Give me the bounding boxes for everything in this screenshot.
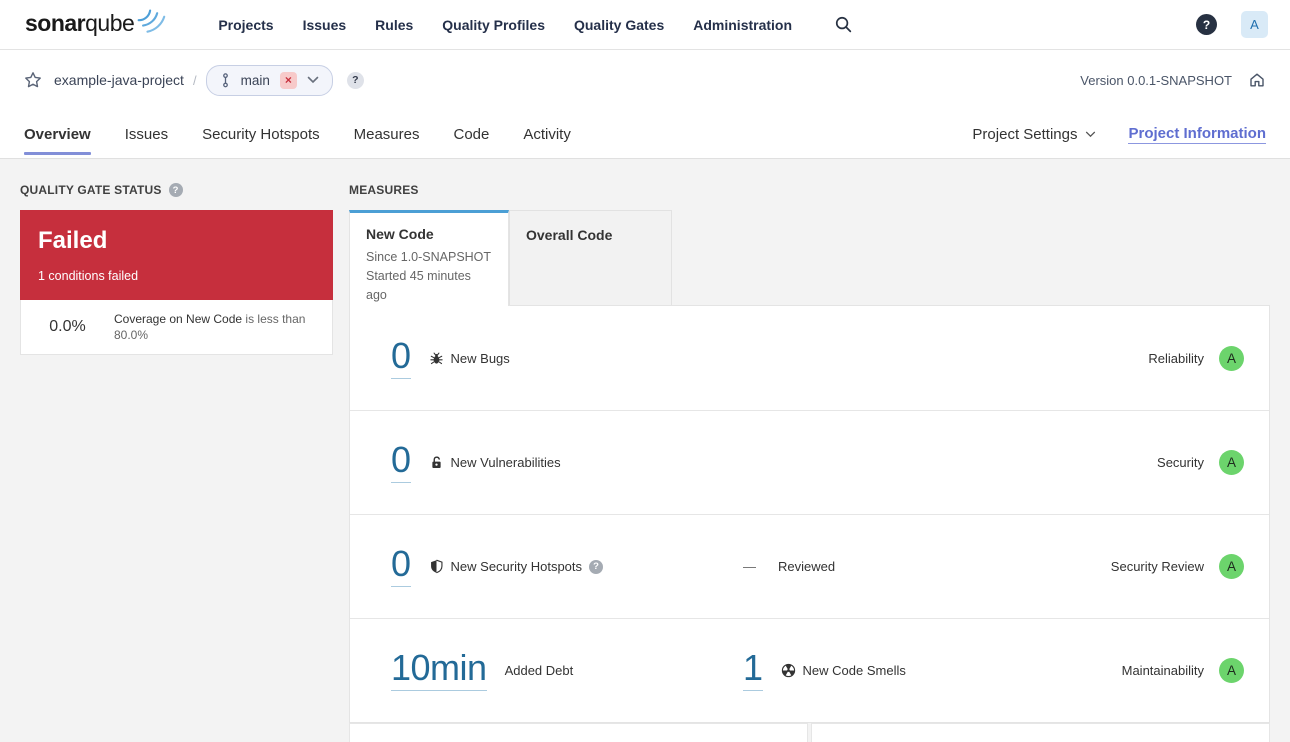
new-code-since: Since 1.0-SNAPSHOT [366,250,492,264]
new-vulnerabilities-count-link[interactable]: 0 [391,442,411,483]
security-rating-badge[interactable]: A [1219,450,1244,475]
maintainability-rating-badge[interactable]: A [1219,658,1244,683]
nav-right-group: ? A [1196,11,1268,38]
branch-name: main [240,72,270,88]
overall-code-tab-label: Overall Code [526,227,613,243]
new-code-started: Started 45 minutes ago [366,269,471,302]
reviewed-dash-value: — [743,559,756,574]
bug-icon [429,351,444,366]
tab-measures[interactable]: Measures [354,110,420,158]
security-review-label: Security Review [1110,559,1204,574]
quality-gate-summary: 1 conditions failed [38,269,139,283]
top-navigation-bar: sonarqube Projects Issues Rules Quality … [0,0,1290,50]
new-bugs-count-link[interactable]: 0 [391,337,411,379]
new-code-smells-label: New Code Smells [802,663,906,678]
security-label: Security [1157,455,1204,470]
next-section-card-right [811,723,1270,742]
sonarqube-logo[interactable]: sonarqube [25,8,166,41]
nav-item-quality-gates[interactable]: Quality Gates [574,17,664,33]
new-vulnerabilities-label: New Vulnerabilities [450,455,561,470]
measures-section-title: MEASURES [349,183,419,197]
project-settings-label: Project Settings [972,125,1078,143]
tab-issues[interactable]: Issues [125,110,168,158]
nav-item-quality-profiles[interactable]: Quality Profiles [442,17,545,33]
nav-item-administration[interactable]: Administration [693,17,792,33]
measure-row-maintainability: 10min Added Debt 1 New Code Smells Maint… [350,618,1269,722]
measures-panel: 0 New Bugs Reliability A 0 New Vulnerabi… [349,305,1270,723]
project-information-link[interactable]: Project Information [1128,125,1266,144]
tab-new-code[interactable]: New Code Since 1.0-SNAPSHOT Started 45 m… [349,210,509,306]
new-code-period: Since 1.0-SNAPSHOT Started 45 minutes ag… [366,248,492,305]
new-code-tab-label: New Code [366,226,434,242]
breadcrumb-right-group: Version 0.0.1-SNAPSHOT [1080,71,1266,89]
new-security-hotspots-label: New Security Hotspots [450,559,583,574]
quality-gate-card: Failed 1 conditions failed 0.0% Coverage… [20,210,333,355]
nav-item-issues[interactable]: Issues [303,17,347,33]
project-version: Version 0.0.1-SNAPSHOT [1080,72,1232,88]
overview-content: QUALITY GATE STATUS ? Failed 1 condition… [0,159,1290,742]
measures-title-text: MEASURES [349,183,419,197]
home-icon[interactable] [1248,71,1266,89]
shield-icon [429,559,444,574]
branch-icon [220,72,231,89]
nav-item-projects[interactable]: Projects [218,17,273,33]
condition-description: Coverage on New Code is less than 80.0% [114,311,332,343]
next-section-card-left [349,723,808,742]
help-icon[interactable]: ? [1196,14,1217,35]
reliability-rating-badge[interactable]: A [1219,345,1244,371]
tabs-right-group: Project Settings Project Information [972,125,1266,144]
project-tabs-bar: Overview Issues Security Hotspots Measur… [0,110,1290,159]
chevron-down-icon [307,76,319,84]
logo-swoosh-icon [136,8,166,41]
tab-code[interactable]: Code [453,110,489,158]
user-avatar[interactable]: A [1241,11,1268,38]
quality-gate-condition-row: 0.0% Coverage on New Code is less than 8… [20,300,333,355]
condition-metric: Coverage on New Code [114,312,243,326]
tab-overview[interactable]: Overview [24,110,91,158]
reliability-label: Reliability [1148,350,1204,366]
project-tabs: Overview Issues Security Hotspots Measur… [24,110,571,158]
measure-row-bugs: 0 New Bugs Reliability A [350,306,1269,410]
security-review-rating-badge[interactable]: A [1219,554,1244,579]
reviewed-label: Reviewed [778,559,836,574]
chevron-down-icon [1086,131,1096,137]
branch-failed-badge[interactable]: × [279,71,297,89]
nav-item-rules[interactable]: Rules [375,17,413,33]
measure-row-vulnerabilities: 0 New Vulnerabilities Security A [350,410,1269,514]
quality-gate-title-text: QUALITY GATE STATUS [20,183,162,197]
security-hotspots-help-icon[interactable]: ? [589,559,604,574]
new-bugs-label: New Bugs [450,350,510,366]
code-smell-icon [781,663,796,678]
added-debt-link[interactable]: 10min [391,650,487,691]
open-lock-icon [429,455,444,470]
favorite-star-icon[interactable] [24,71,42,89]
branch-selector[interactable]: main × [205,64,333,96]
maintainability-label: Maintainability [1121,663,1204,678]
logo-text: sonarqube [25,10,135,36]
measure-row-security-hotspots: 0 New Security Hotspots ? — Reviewed Sec… [350,514,1269,618]
tab-activity[interactable]: Activity [523,110,571,158]
condition-value-link[interactable]: 0.0% [21,318,114,336]
breadcrumb: example-java-project / main × ? Version … [0,50,1290,110]
breadcrumb-project-link[interactable]: example-java-project [54,72,184,88]
quality-gate-status-banner: Failed 1 conditions failed [20,210,333,300]
quality-gate-status: Failed [38,227,108,254]
new-security-hotspots-count-link[interactable]: 0 [391,546,411,587]
quality-gate-help-icon[interactable]: ? [168,183,183,197]
main-nav-menu: Projects Issues Rules Quality Profiles Q… [218,17,792,33]
project-settings-dropdown[interactable]: Project Settings [972,126,1096,143]
quality-gate-section-title: QUALITY GATE STATUS ? [20,183,183,197]
added-debt-label: Added Debt [504,663,574,678]
new-code-smells-count-link[interactable]: 1 [743,650,763,691]
breadcrumb-separator: / [192,72,197,88]
tab-overall-code[interactable]: Overall Code [509,210,672,305]
branch-help-icon[interactable]: ? [346,71,364,89]
search-icon[interactable] [834,15,853,34]
tab-security-hotspots[interactable]: Security Hotspots [202,110,320,158]
